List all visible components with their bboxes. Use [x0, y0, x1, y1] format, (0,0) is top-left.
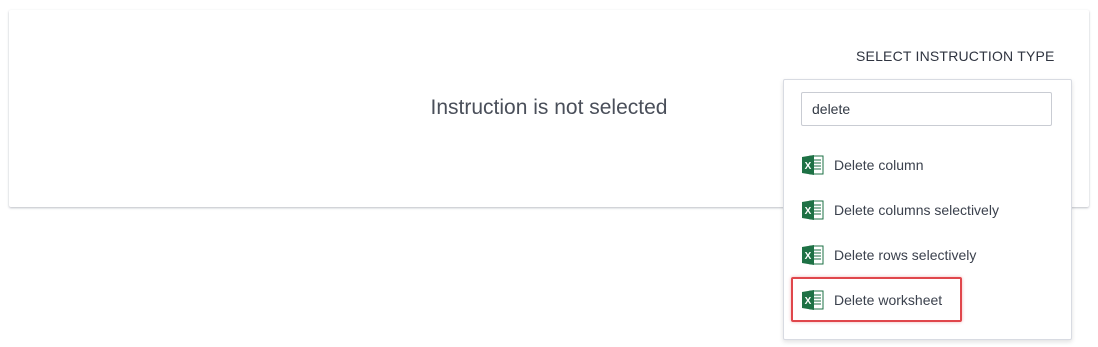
instruction-type-dropdown: X Delete column X Delete columns selecti…	[783, 79, 1072, 340]
empty-state-text: Instruction is not selected	[430, 96, 668, 119]
option-label: Delete worksheet	[834, 292, 943, 308]
excel-icon: X	[802, 200, 824, 220]
excel-icon: X	[802, 290, 824, 310]
page: Instruction is not selected SELECT INSTR…	[0, 0, 1098, 347]
option-label: Delete column	[834, 157, 924, 173]
option-delete-rows-selectively[interactable]: X Delete rows selectively	[801, 242, 976, 268]
svg-text:X: X	[805, 206, 812, 217]
instruction-search-input[interactable]	[801, 92, 1052, 126]
svg-text:X: X	[805, 161, 812, 172]
select-instruction-type-heading: SELECT INSTRUCTION TYPE	[856, 48, 1055, 64]
excel-icon: X	[802, 245, 824, 265]
excel-icon: X	[802, 155, 824, 175]
option-delete-columns-selectively[interactable]: X Delete columns selectively	[801, 197, 999, 223]
option-delete-worksheet[interactable]: X Delete worksheet	[801, 287, 942, 313]
option-label: Delete rows selectively	[834, 247, 977, 263]
svg-text:X: X	[805, 296, 812, 307]
option-label: Delete columns selectively	[834, 202, 999, 218]
option-delete-column[interactable]: X Delete column	[801, 152, 924, 178]
svg-text:X: X	[805, 251, 812, 262]
